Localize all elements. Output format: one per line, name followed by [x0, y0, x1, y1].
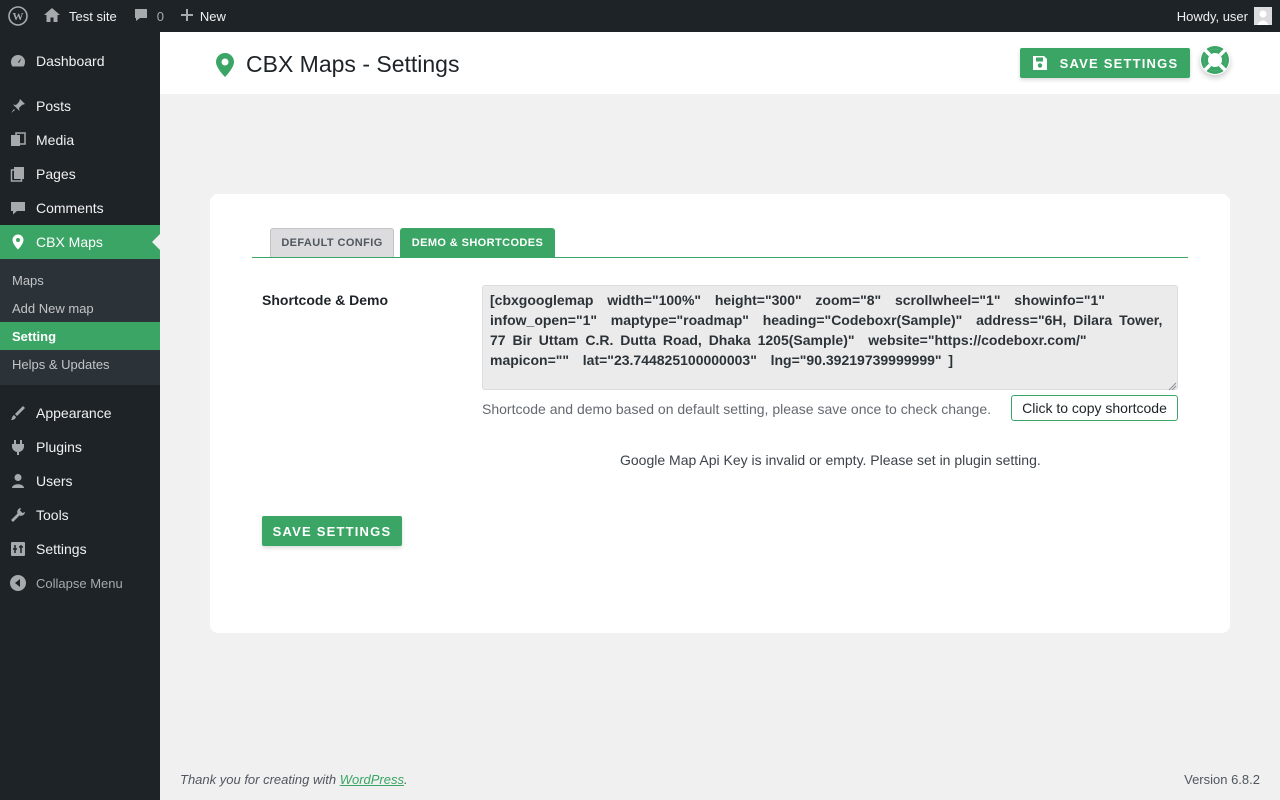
- floppy-disk-icon: [1032, 55, 1048, 71]
- shortcode-textarea[interactable]: [cbxgooglemap width="100%" height="300" …: [482, 285, 1178, 390]
- my-account-link[interactable]: Howdy, user: [1177, 0, 1280, 32]
- media-icon: [0, 131, 36, 149]
- sidebar-item-media[interactable]: Media: [0, 123, 160, 157]
- sidebar-item-comments[interactable]: Comments: [0, 191, 160, 225]
- site-name-link[interactable]: Test site: [35, 0, 125, 32]
- sidebar-item-dashboard[interactable]: Dashboard: [0, 44, 160, 78]
- sidebar-item-label: Settings: [36, 541, 87, 557]
- tab-demo-shortcodes[interactable]: DEMO & SHORTCODES: [400, 228, 555, 257]
- main-content: CBX Maps - Settings SAVE SETTINGS DEFAUL…: [160, 32, 1280, 800]
- submenu-item-helps-updates[interactable]: Helps & Updates: [0, 350, 160, 378]
- sidebar-item-label: Pages: [36, 166, 76, 182]
- submenu-item-add-new-map[interactable]: Add New map: [0, 294, 160, 322]
- sidebar-item-label: CBX Maps: [36, 234, 103, 250]
- api-key-message: Google Map Api Key is invalid or empty. …: [620, 452, 1041, 468]
- pages-icon: [0, 165, 36, 183]
- shortcode-demo-label: Shortcode & Demo: [262, 292, 389, 308]
- collapse-menu-button[interactable]: Collapse Menu: [0, 566, 160, 600]
- comments-link[interactable]: 0: [125, 0, 172, 32]
- admin-sidebar: Dashboard Posts Media Pages Comments CBX…: [0, 32, 160, 800]
- comment-bubble-icon: [133, 7, 149, 26]
- new-label: New: [199, 8, 226, 24]
- avatar: [1254, 7, 1272, 25]
- collapse-menu-label: Collapse Menu: [36, 575, 123, 591]
- admin-bar: W Test site 0 New Howdy, user: [0, 0, 1280, 32]
- svg-text:W: W: [12, 11, 23, 23]
- submenu-item-setting[interactable]: Setting: [0, 322, 160, 350]
- save-settings-button-bottom[interactable]: SAVE SETTINGS: [262, 516, 402, 546]
- save-settings-button-top[interactable]: SAVE SETTINGS: [1020, 48, 1190, 78]
- plugin-icon: [0, 438, 36, 456]
- wordpress-logo-icon[interactable]: W: [0, 0, 35, 32]
- brush-icon: [0, 404, 36, 422]
- map-marker-icon: [214, 52, 236, 78]
- collapse-arrow-icon: [0, 574, 36, 592]
- footer-version: Version 6.8.2: [1184, 772, 1260, 787]
- sidebar-item-label: Media: [36, 132, 75, 148]
- sidebar-item-label: Comments: [36, 200, 104, 216]
- comments-count: 0: [156, 8, 164, 24]
- sidebar-item-appearance[interactable]: Appearance: [0, 396, 160, 430]
- home-icon: [43, 7, 61, 26]
- copy-shortcode-button[interactable]: Click to copy shortcode: [1011, 395, 1178, 421]
- sidebar-item-users[interactable]: Users: [0, 464, 160, 498]
- save-settings-label: SAVE SETTINGS: [1059, 55, 1179, 71]
- page-title: CBX Maps - Settings: [214, 51, 459, 78]
- sidebar-item-cbx-maps[interactable]: CBX Maps: [0, 225, 160, 259]
- tab-default-config[interactable]: DEFAULT CONFIG: [270, 228, 394, 257]
- cbx-maps-submenu: Maps Add New map Setting Helps & Updates: [0, 259, 160, 385]
- sidebar-item-tools[interactable]: Tools: [0, 498, 160, 532]
- plus-icon: [180, 8, 194, 25]
- map-marker-icon: [0, 233, 36, 251]
- users-icon: [0, 472, 36, 490]
- footer-thanks-prefix: Thank you for creating with: [180, 772, 340, 787]
- sidebar-item-plugins[interactable]: Plugins: [0, 430, 160, 464]
- settings-tabs: DEFAULT CONFIG DEMO & SHORTCODES: [252, 228, 1188, 258]
- wordpress-link[interactable]: WordPress: [340, 772, 404, 787]
- sidebar-item-posts[interactable]: Posts: [0, 89, 160, 123]
- footer-thanks-suffix: .: [404, 772, 408, 787]
- new-content-link[interactable]: New: [172, 0, 234, 32]
- comments-icon: [0, 199, 36, 217]
- sidebar-item-settings[interactable]: Settings: [0, 532, 160, 566]
- page-header: CBX Maps - Settings SAVE SETTINGS: [160, 32, 1280, 94]
- wrench-icon: [0, 506, 36, 524]
- greeting: Howdy, user: [1176, 8, 1248, 24]
- resize-handle-icon[interactable]: [1167, 379, 1177, 391]
- dashboard-icon: [0, 52, 36, 70]
- settings-panel: DEFAULT CONFIG DEMO & SHORTCODES Shortco…: [210, 194, 1230, 633]
- sidebar-item-label: Dashboard: [36, 53, 105, 69]
- submenu-item-maps[interactable]: Maps: [0, 266, 160, 294]
- sidebar-item-label: Plugins: [36, 439, 82, 455]
- help-lifebuoy-icon[interactable]: [1200, 45, 1230, 75]
- sidebar-item-label: Tools: [36, 507, 69, 523]
- footer-thanks: Thank you for creating with WordPress.: [180, 772, 408, 787]
- sidebar-item-label: Users: [36, 473, 73, 489]
- sidebar-item-pages[interactable]: Pages: [0, 157, 160, 191]
- sidebar-item-label: Appearance: [36, 405, 112, 421]
- site-name: Test site: [69, 8, 117, 24]
- page-title-text: CBX Maps - Settings: [246, 51, 460, 77]
- settings-icon: [0, 540, 36, 558]
- pin-icon: [0, 97, 36, 115]
- shortcode-helper-text: Shortcode and demo based on default sett…: [482, 401, 992, 417]
- sidebar-item-label: Posts: [36, 98, 72, 114]
